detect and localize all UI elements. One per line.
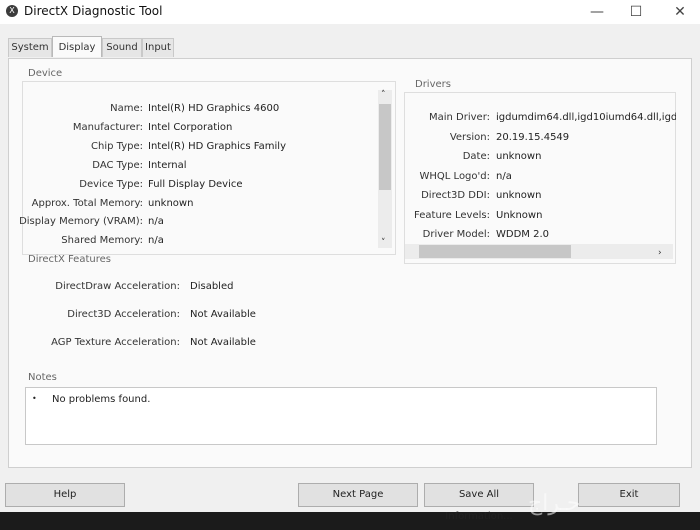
driver-field-value: unknown [496,151,542,162]
driver-field-key: Driver Model: [422,229,490,240]
device-field-value: Internal [148,159,187,171]
feature-field-value: Disabled [190,281,234,292]
notes-group-label: Notes [28,372,57,383]
notes-item: No problems found. [52,394,151,405]
device-scrollbar-thumb[interactable] [379,104,391,190]
driver-field-value: 20.19.15.4549 [496,131,570,143]
device-field-value: Intel(R) HD Graphics Family [148,140,286,152]
driver-field-key: Direct3D DDI: [421,190,490,201]
driver-field-value: unknown [496,190,542,201]
device-field-key: Manufacturer: [72,121,143,133]
help-button[interactable]: Help [5,483,125,507]
scroll-down-arrow-icon[interactable]: ˅ [381,238,386,248]
feature-field-key: Direct3D Acceleration: [67,309,180,320]
driver-field-key: Date: [462,151,490,162]
device-field-value: Full Display Device [148,178,243,190]
driver-field-value: Unknown [496,209,543,221]
device-field-key: DAC Type: [92,159,143,171]
device-field-key: Approx. Total Memory: [31,197,143,209]
exit-button[interactable]: Exit [578,483,680,507]
drivers-group-label: Drivers [415,79,451,90]
device-field-value: Intel(R) HD Graphics 4600 [148,103,280,114]
feature-field-value: Not Available [190,337,256,348]
device-field-value: Intel Corporation [148,121,233,133]
device-scrollbar[interactable] [378,90,392,248]
driver-field-key: Version: [449,131,490,143]
device-field-key: Shared Memory: [61,235,143,247]
feature-field-value: Not Available [190,309,256,320]
title-bar: X DirectX Diagnostic Tool — ☐ ✕ [0,0,700,24]
tab-input[interactable]: Input [142,38,174,57]
device-field-key: Display Memory (VRAM): [19,216,143,228]
device-field-value: unknown [148,197,194,209]
driver-field-key: Feature Levels: [414,209,490,221]
tab-system[interactable]: System [8,38,52,57]
window-title: DirectX Diagnostic Tool [24,4,163,18]
driver-field-key: WHQL Logo'd: [419,170,490,182]
feature-field-key: DirectDraw Acceleration: [55,281,180,292]
save-all-information-button[interactable]: Save All Information... [424,483,534,522]
scroll-up-arrow-icon[interactable]: ˄ [381,90,386,100]
directx-features-group-label: DirectX Features [28,254,111,265]
bullet-icon: • [32,394,37,403]
tab-sound[interactable]: Sound [102,38,142,57]
minimize-button[interactable]: — [580,0,614,24]
feature-field-key: AGP Texture Acceleration: [51,337,180,348]
driver-field-value: n/a [496,170,512,182]
device-field-value: n/a [148,235,164,247]
directx-app-icon: X [6,5,18,17]
scroll-right-arrow-icon[interactable]: › [658,248,662,258]
dxdiag-window: X DirectX Diagnostic Tool — ☐ ✕ System D… [0,0,700,522]
driver-field-value: WDDM 2.0 [496,229,549,240]
device-field-key: Device Type: [79,178,143,190]
device-group-label: Device [28,68,63,79]
device-field-value: n/a [148,216,164,228]
driver-field-key: Main Driver: [428,112,490,123]
device-field-key: Name: [110,103,143,114]
next-page-button[interactable]: Next Page [298,483,418,507]
drivers-scrollbar-thumb[interactable] [419,245,571,258]
device-field-key: Chip Type: [91,140,143,152]
drivers-horizontal-scrollbar[interactable] [405,244,673,259]
maximize-button[interactable]: ☐ [619,0,653,24]
watermark-logo: حـراج [528,491,581,516]
driver-field-value: igdumdim64.dll,igd10iumd64.dll,igd10i [496,112,676,123]
close-button[interactable]: ✕ [663,0,697,24]
notes-box: • No problems found. [25,387,657,445]
tab-display[interactable]: Display [52,36,102,57]
